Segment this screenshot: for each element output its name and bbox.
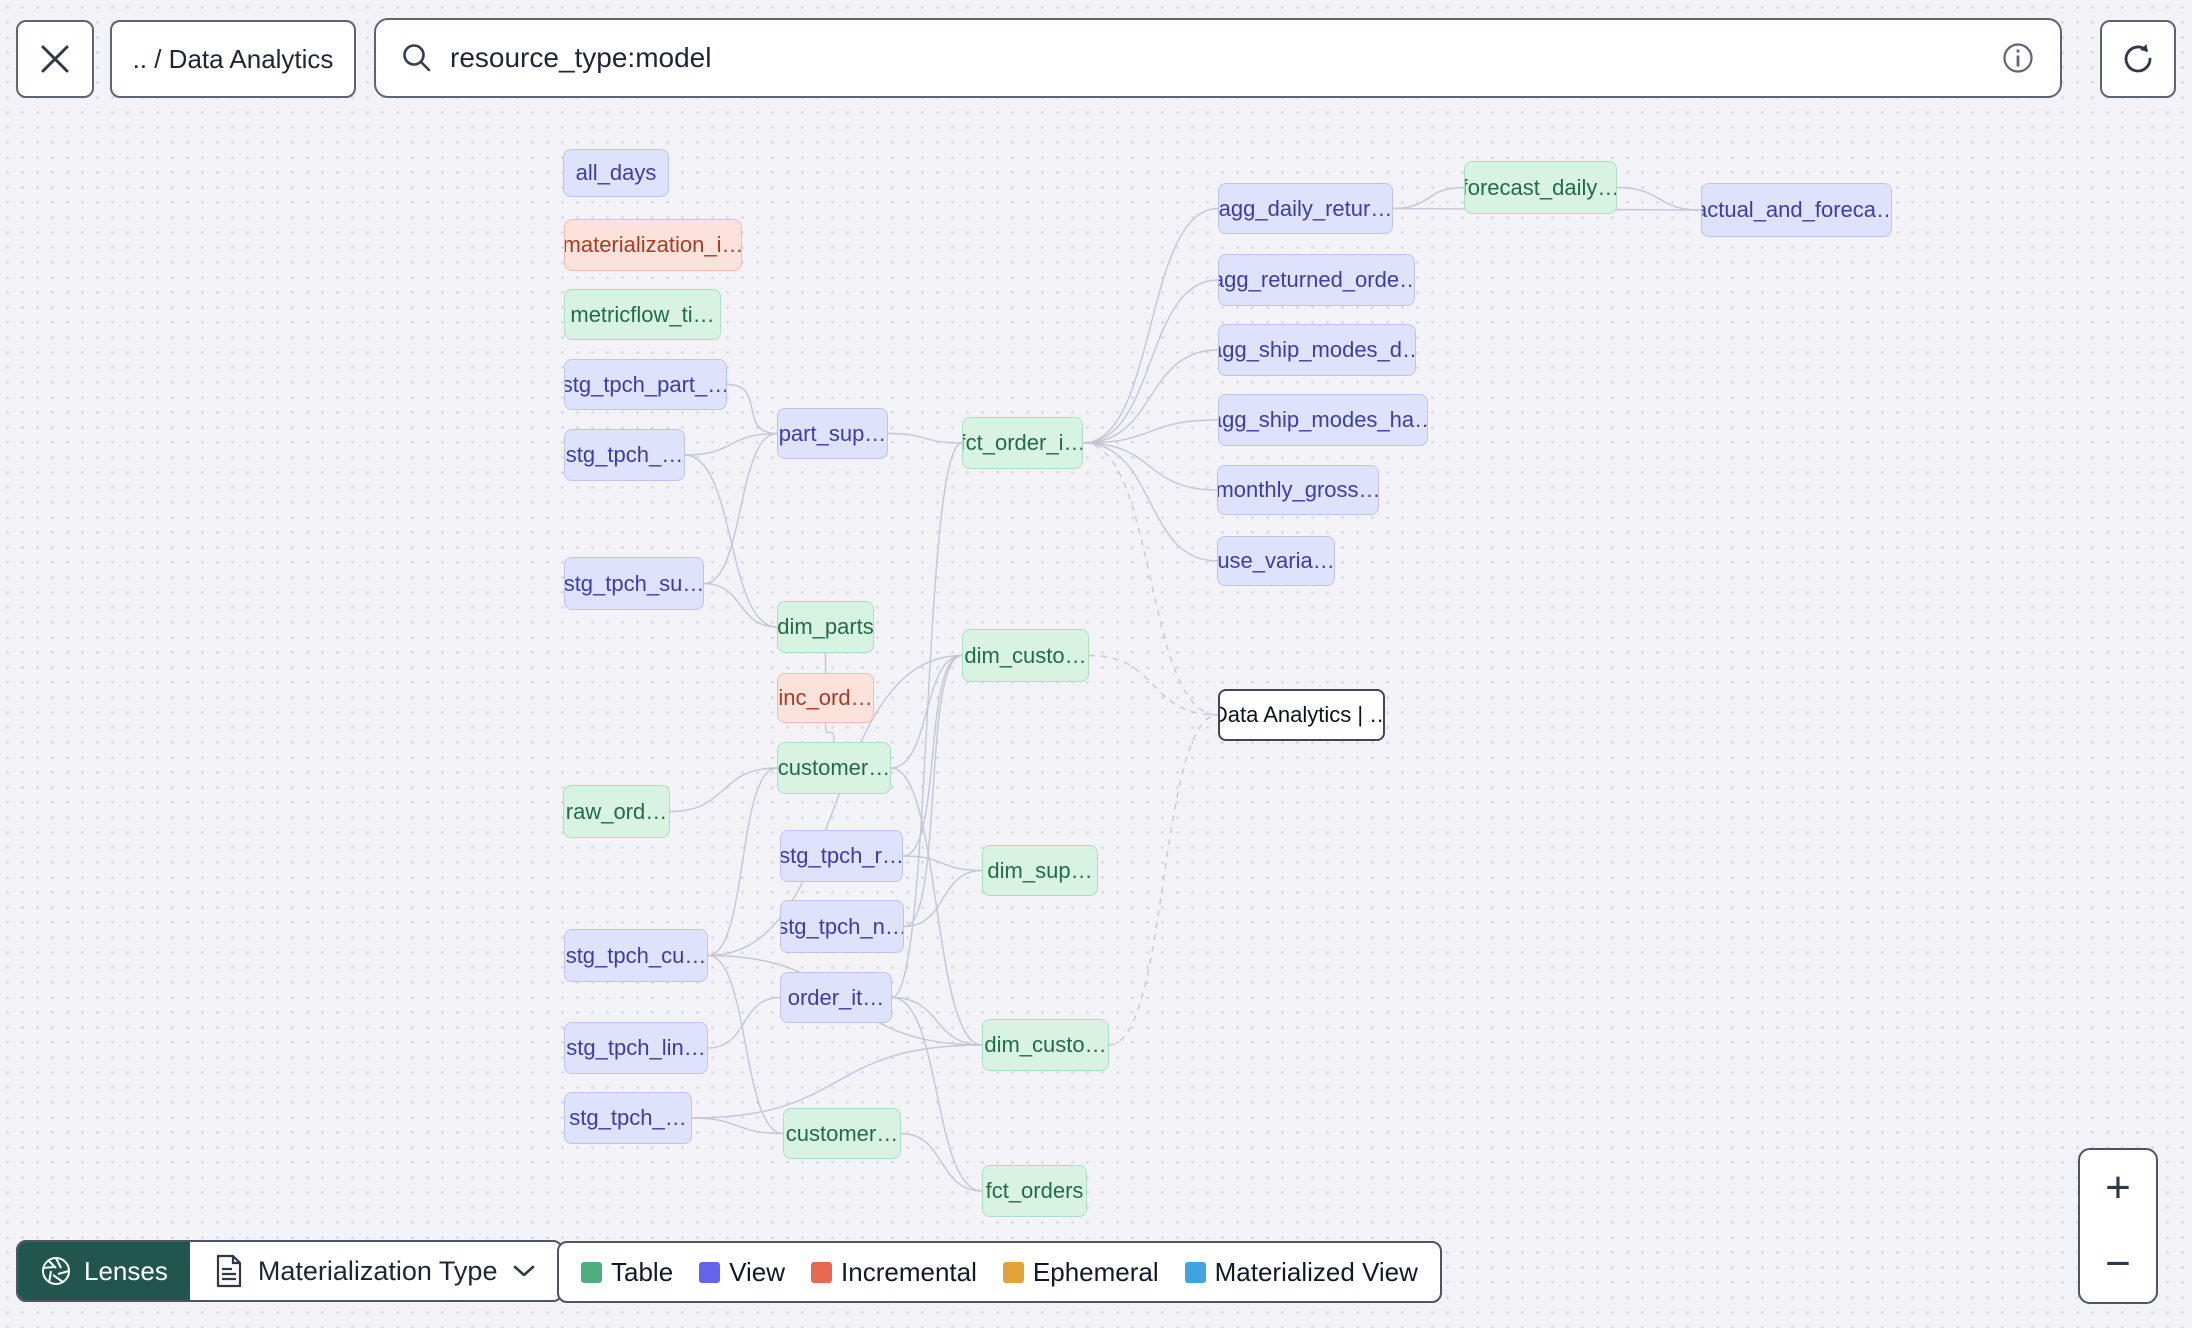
lens-selector-label: Materialization Type [257, 1255, 498, 1286]
legend-swatch [699, 1261, 721, 1283]
legend-swatch [811, 1261, 833, 1283]
edge-fct_order_i-to-agg_daily [1082, 207, 1219, 444]
edge-fct_order_i-to-agg_returned [1082, 279, 1219, 444]
aperture-icon [40, 1255, 72, 1287]
graph-node-fct_orders[interactable]: fct_orders [982, 1165, 1087, 1217]
legend-item-view: View [699, 1257, 785, 1288]
graph-node-stg_tpch_a[interactable]: stg_tpch_… [564, 429, 685, 481]
graph-node-dim_sup[interactable]: dim_sup… [982, 845, 1098, 896]
refresh-button[interactable] [2100, 20, 2176, 98]
search-bar[interactable] [374, 18, 2062, 98]
graph-node-agg_ship_d[interactable]: agg_ship_modes_d… [1218, 324, 1416, 376]
edge-dim_custo_a-to-exposure [1088, 654, 1219, 716]
breadcrumb-label: .. / Data Analytics [132, 43, 334, 74]
graph-node-raw_ord[interactable]: raw_ord… [563, 785, 670, 838]
edge-stg_tpch_su-to-part_sup [703, 432, 778, 585]
edge-order_it-to-fct_orders [891, 996, 983, 1192]
legend-item-materialized-view: Materialized View [1184, 1256, 1418, 1288]
lineage-canvas[interactable]: all_days materialization_i… metricflow_ti…… [0, 0, 2192, 1328]
legend-swatch [1184, 1261, 1206, 1283]
graph-node-forecast_daily[interactable]: forecast_daily… [1464, 161, 1617, 214]
document-icon [214, 1254, 244, 1288]
legend-item-incremental: Incremental [811, 1257, 977, 1288]
edge-fct_order_i-to-use_varia [1082, 442, 1218, 562]
edge-customer_a-to-dim_custo_a [890, 654, 963, 769]
graph-node-stg_tpch_lin[interactable]: stg_tpch_lin… [564, 1022, 708, 1074]
lenses-label: Lenses [84, 1255, 168, 1286]
legend-label: Materialized View [1214, 1256, 1418, 1287]
graph-node-all_days[interactable]: all_days [563, 149, 669, 197]
lenses-group: Lenses Materialization Type [16, 1240, 564, 1302]
edge-customer_b-to-fct_orders [900, 1132, 983, 1192]
refresh-icon [2118, 39, 2158, 79]
edge-stg_tpch_part-to-part_sup [726, 383, 778, 435]
edge-stg_tpch_su-to-dim_parts [703, 582, 778, 628]
edge-stg_tpch_lin-to-order_it [707, 996, 781, 1049]
graph-node-dim_custo_a[interactable]: dim_custo… [962, 629, 1089, 682]
legend-label: Incremental [841, 1256, 977, 1287]
graph-node-agg_daily[interactable]: agg_daily_retur… [1218, 183, 1393, 234]
graph-node-monthly_gross[interactable]: monthly_gross… [1217, 465, 1379, 515]
search-icon [400, 41, 434, 75]
edge-fct_order_i-to-monthly_gross [1082, 442, 1218, 491]
edge-fct_order_i-to-exposure [1082, 442, 1219, 716]
edge-fct_order_i-to-agg_ship_d [1082, 349, 1219, 444]
graph-node-customer_a[interactable]: customer… [777, 742, 891, 794]
breadcrumb[interactable]: .. / Data Analytics [110, 20, 356, 98]
legend-label: Ephemeral [1032, 1256, 1159, 1287]
graph-node-dim_custo_b[interactable]: dim_custo… [982, 1019, 1109, 1071]
legend: Table View Incremental Ephemeral Materialize… [557, 1241, 1442, 1303]
edge-dim_custo_b-to-exposure [1108, 714, 1219, 1046]
edge-stg_tpch_cu-to-customer_a [707, 767, 778, 957]
edge-stg_tpch_cu-to-customer_b [707, 954, 784, 1135]
legend-swatch [581, 1261, 602, 1283]
edge-stg_tpch_r-to-dim_sup [902, 855, 983, 872]
graph-node-part_sup[interactable]: part_sup… [777, 408, 888, 459]
graph-node-stg_tpch_n[interactable]: stg_tpch_n… [780, 900, 904, 953]
legend-label: View [729, 1256, 786, 1287]
graph-node-customer_b[interactable]: customer… [783, 1108, 901, 1159]
graph-node-dim_parts[interactable]: dim_parts [777, 601, 874, 653]
graph-node-inc_ord[interactable]: inc_ord… [777, 673, 874, 723]
graph-node-stg_tpch_b[interactable]: stg_tpch_… [564, 1092, 692, 1144]
legend-item-table: Table [581, 1257, 673, 1288]
graph-node-stg_tpch_r[interactable]: stg_tpch_r… [780, 830, 903, 882]
graph-node-actual_foreca[interactable]: actual_and_foreca… [1701, 183, 1892, 237]
graph-node-exposure[interactable]: Data Analytics | … [1218, 689, 1385, 741]
zoom-in-button[interactable]: + [2080, 1150, 2156, 1226]
edge-raw_ord-to-customer_a [669, 767, 778, 813]
lenses-button[interactable]: Lenses [18, 1242, 190, 1300]
edge-agg_daily-to-forecast_daily [1392, 186, 1465, 210]
graph-node-agg_ship_ha[interactable]: agg_ship_modes_ha… [1218, 394, 1428, 446]
graph-node-order_it[interactable]: order_it… [780, 972, 892, 1023]
chevron-down-icon [511, 1262, 537, 1280]
edge-inc_ord-to-customer_a [824, 722, 835, 743]
legend-item-ephemeral: Ephemeral [1002, 1256, 1159, 1288]
graph-node-fct_order_i[interactable]: fct_order_i… [962, 417, 1083, 469]
graph-node-agg_returned[interactable]: agg_returned_orde… [1218, 254, 1415, 306]
edge-forecast_daily-to-actual_foreca [1616, 186, 1702, 211]
lens-selector[interactable]: Materialization Type [189, 1242, 562, 1300]
zoom-out-button[interactable]: − [2080, 1226, 2156, 1302]
graph-node-use_varia[interactable]: use_varia… [1217, 536, 1335, 586]
edge-part_sup-to-fct_order_i [887, 432, 963, 444]
legend-label: Table [611, 1256, 674, 1287]
graph-node-materialization[interactable]: materialization_i… [564, 219, 742, 271]
legend-swatch [1002, 1261, 1024, 1283]
edge-stg_tpch_a-to-part_sup [684, 432, 778, 456]
graph-node-metricflow[interactable]: metricflow_ti… [564, 289, 721, 340]
search-input[interactable] [450, 42, 1984, 74]
edge-stg_tpch_r-to-dim_custo_a [902, 654, 963, 857]
graph-node-stg_tpch_cu[interactable]: stg_tpch_cu… [564, 929, 708, 982]
info-icon[interactable] [2000, 40, 2036, 76]
graph-node-stg_tpch_part[interactable]: stg_tpch_part_… [564, 359, 727, 410]
close-button[interactable] [16, 20, 94, 98]
graph-node-stg_tpch_su[interactable]: stg_tpch_su… [564, 557, 704, 610]
close-icon [38, 42, 72, 76]
zoom-controls: + − [2078, 1148, 2158, 1304]
